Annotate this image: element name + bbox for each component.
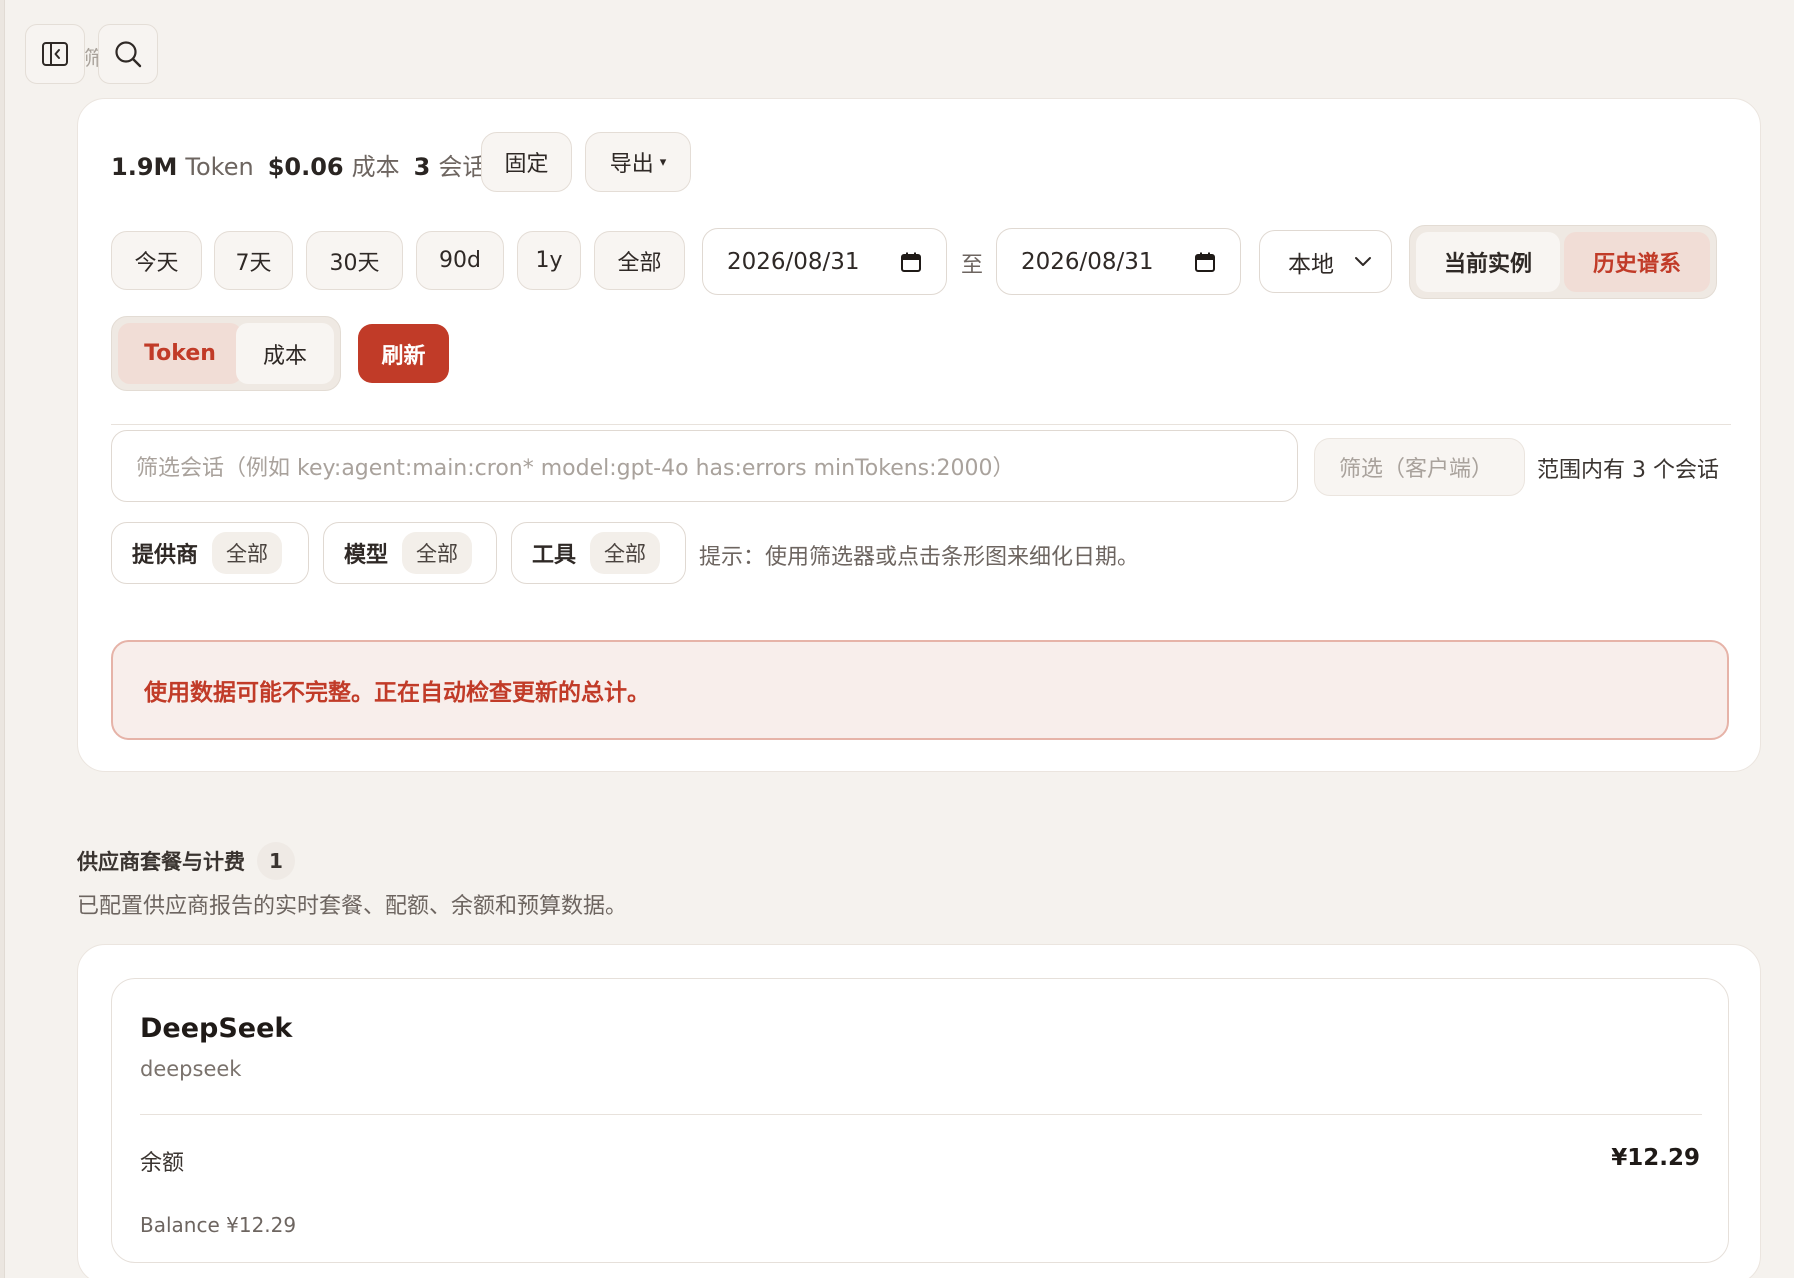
provider-filter-chip[interactable]: 提供商 全部 — [111, 522, 309, 584]
pin-button[interactable]: 固定 — [481, 132, 572, 192]
range-today-button[interactable]: 今天 — [111, 231, 202, 290]
provider-plans-heading: 供应商套餐与计费 1 — [77, 842, 295, 880]
cost-label: 成本 — [351, 153, 400, 181]
usage-controls-card: 1.9M Token $0.06 成本 3 会话 固定 导出 ▾ 今天 7天 3… — [77, 98, 1761, 772]
calendar-icon — [901, 252, 921, 272]
balance-value: ¥12.29 — [1611, 1145, 1700, 1171]
timezone-value: 本地 — [1288, 251, 1334, 278]
tokens-label: Token — [185, 153, 254, 181]
refresh-button[interactable]: 刷新 — [358, 324, 449, 383]
model-filter-value: 全部 — [402, 532, 473, 574]
provider-plans-card: DeepSeek deepseek 余额 ¥12.29 Balance ¥12.… — [77, 944, 1761, 1278]
tool-filter-label: 工具 — [532, 543, 577, 568]
model-filter-chip[interactable]: 模型 全部 — [323, 522, 497, 584]
metric-cost-tab[interactable]: 成本 — [236, 323, 334, 384]
range-1y-button[interactable]: 1y — [517, 231, 581, 290]
provider-divider — [140, 1114, 1702, 1115]
export-label: 导出 — [609, 152, 654, 177]
search-icon — [115, 41, 142, 68]
usage-summary: 1.9M Token $0.06 成本 3 会话 — [111, 147, 500, 181]
incomplete-data-alert: 使用数据可能不完整。正在自动检查更新的总计。 — [111, 640, 1729, 740]
provider-filter-value: 全部 — [212, 532, 283, 574]
controls-divider — [111, 424, 1731, 425]
end-date-value: 2026/08/31 — [1021, 248, 1154, 275]
session-filter-input[interactable]: 筛选会话（例如 key:agent:main:cron* model:gpt-4… — [111, 430, 1298, 502]
client-filter-input[interactable]: 筛选（客户端） — [1314, 438, 1525, 496]
range-session-count: 范围内有 3 个会话 — [1537, 458, 1719, 483]
alert-text: 使用数据可能不完整。正在自动检查更新的总计。 — [144, 680, 650, 706]
section-description: 已配置供应商报告的实时套餐、配额、余额和预算数据。 — [77, 894, 628, 919]
provider-name: DeepSeek — [140, 1013, 293, 1044]
chevron-down-icon: ▾ — [659, 154, 667, 170]
tool-filter-chip[interactable]: 工具 全部 — [511, 522, 686, 584]
start-date-value: 2026/08/31 — [727, 248, 860, 275]
search-button[interactable] — [98, 24, 158, 84]
sidebar-panel-icon — [42, 42, 68, 66]
sessions-value: 3 — [413, 153, 431, 181]
export-button[interactable]: 导出 ▾ — [585, 132, 691, 192]
start-date-input[interactable]: 2026/08/31 — [702, 228, 947, 295]
timezone-select[interactable]: 本地 — [1259, 230, 1392, 293]
tool-filter-value: 全部 — [590, 532, 661, 574]
range-all-button[interactable]: 全部 — [594, 231, 685, 290]
provider-id: deepseek — [140, 1057, 242, 1081]
cost-value: $0.06 — [267, 153, 344, 181]
window-edge — [0, 0, 5, 1278]
date-separator: 至 — [961, 253, 984, 278]
calendar-icon — [1195, 252, 1215, 272]
range-90d-button[interactable]: 90d — [416, 231, 504, 290]
end-date-input[interactable]: 2026/08/31 — [996, 228, 1241, 295]
metric-token-tab[interactable]: Token — [118, 323, 242, 384]
balance-label: 余额 — [140, 1151, 185, 1176]
filter-hint: 提示：使用筛选器或点击条形图来细化日期。 — [699, 545, 1140, 570]
count-badge: 1 — [257, 842, 295, 880]
range-7d-button[interactable]: 7天 — [214, 231, 293, 290]
provider-filter-label: 提供商 — [132, 543, 199, 568]
scope-toggle: 当前实例 历史谱系 — [1409, 225, 1717, 299]
chevron-down-icon — [1355, 256, 1371, 266]
section-title: 供应商套餐与计费 — [77, 850, 245, 874]
balance-note: Balance ¥12.29 — [140, 1213, 297, 1237]
provider-card-deepseek: DeepSeek deepseek 余额 ¥12.29 Balance ¥12.… — [111, 978, 1729, 1263]
sessions-label: 会话 — [438, 153, 487, 181]
tokens-value: 1.9M — [111, 153, 178, 181]
sidebar-toggle-button[interactable] — [25, 24, 85, 84]
metric-toggle: Token 成本 — [111, 316, 341, 391]
scope-history-lineage-tab[interactable]: 历史谱系 — [1564, 232, 1710, 292]
scope-current-instance-tab[interactable]: 当前实例 — [1416, 232, 1560, 292]
model-filter-label: 模型 — [344, 543, 389, 568]
range-30d-button[interactable]: 30天 — [306, 231, 403, 290]
